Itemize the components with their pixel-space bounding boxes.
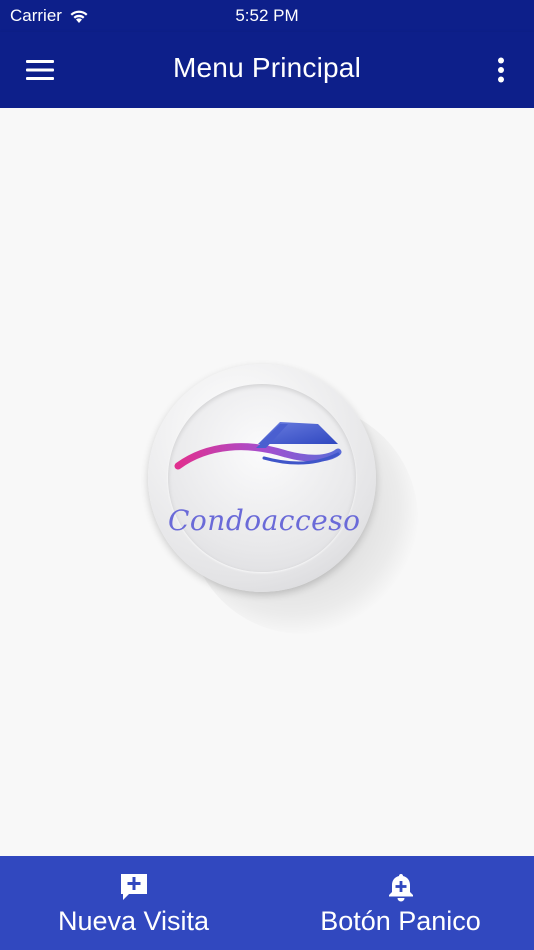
page-title: Menu Principal [173,52,361,83]
app-logo: Condoacceso [148,364,418,634]
status-time: 5:52 PM [235,6,299,25]
bottom-nav: Nueva Visita Botón Panico [0,856,534,950]
logo-wordmark: Condoacceso [168,504,361,537]
app-bar: Menu Principal [0,32,534,108]
logo-outer-ring: Condoacceso [148,364,376,592]
add-comment-icon [120,874,147,900]
tab-nueva-visita-label: Nueva Visita [57,906,210,936]
tab-boton-panico-label: Botón Panico [320,906,481,936]
logo-inner-disc: Condoacceso [168,384,361,572]
more-vert-icon [498,57,504,83]
status-bar: Carrier 5:52 PM [0,0,534,32]
main-content: Condoacceso [0,108,534,856]
tab-nueva-visita[interactable]: Nueva Visita [0,856,267,950]
house-swoosh-icon [174,422,342,470]
more-options-button[interactable] [486,52,516,88]
alarm-add-bell-icon [388,874,413,902]
tab-boton-panico[interactable]: Botón Panico [267,856,534,950]
